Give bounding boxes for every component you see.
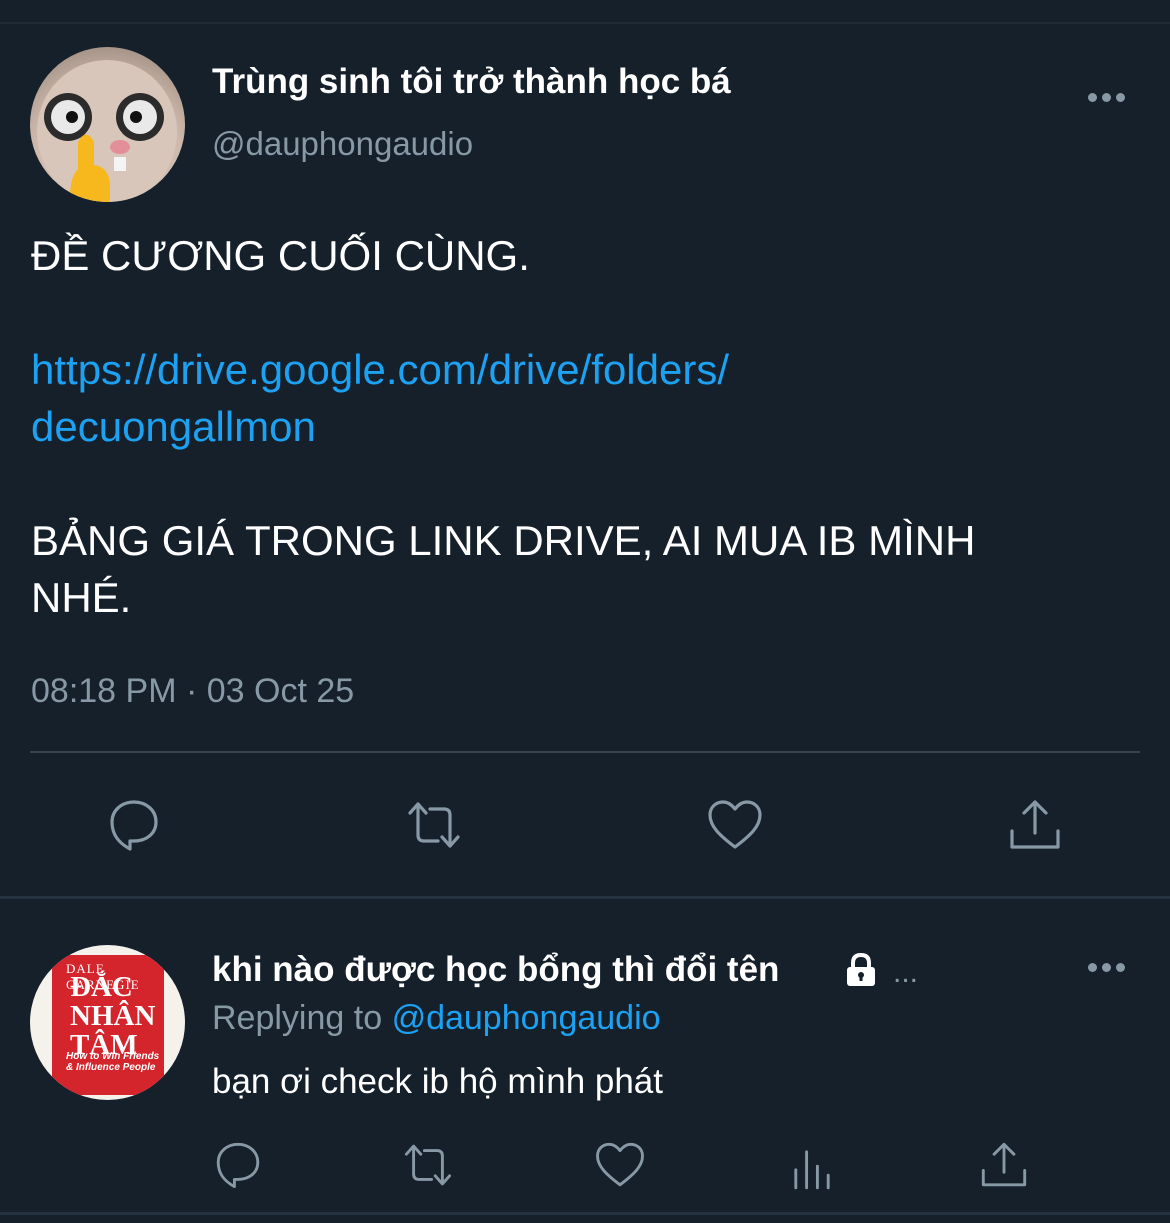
author-avatar[interactable]: [30, 47, 185, 202]
replying-to-label: Replying to @dauphongaudio: [212, 999, 661, 1038]
reply-icon[interactable]: [208, 1135, 268, 1195]
tweet-link-continued[interactable]: decuongallmon: [31, 403, 316, 451]
like-icon[interactable]: [705, 795, 765, 855]
replying-to-mention[interactable]: @dauphongaudio: [392, 999, 661, 1037]
like-icon[interactable]: [590, 1135, 650, 1195]
lock-icon: [843, 952, 879, 988]
more-options-icon[interactable]: [1088, 93, 1128, 105]
author-display-name[interactable]: Trùng sinh tôi trở thành học bá: [212, 62, 731, 102]
reply-author-avatar[interactable]: DALE CARNEGIE ĐẮC NHÂN TÂM How to Win Fr…: [30, 945, 185, 1100]
reply-text: bạn ơi check ib hộ mình phát: [212, 1062, 664, 1101]
analytics-icon[interactable]: [782, 1138, 842, 1198]
author-handle[interactable]: @dauphongaudio: [212, 125, 473, 163]
top-divider: [0, 0, 1170, 24]
tweet-timestamp[interactable]: 08:18 PM · 03 Oct 25: [31, 672, 354, 711]
book-cover-image: DALE CARNEGIE ĐẮC NHÂN TÂM How to Win Fr…: [52, 955, 164, 1095]
tweet-link[interactable]: https://drive.google.com/drive/folders/: [31, 346, 729, 394]
retweet-icon[interactable]: [398, 1135, 458, 1195]
divider: [30, 751, 1140, 753]
tweet-separator: [0, 896, 1170, 899]
reply-icon[interactable]: [104, 795, 164, 855]
tweet-text-line: ĐỀ CƯƠNG CUỐI CÙNG.: [31, 232, 530, 279]
replying-to-prefix: Replying to: [212, 999, 383, 1037]
reply-author-display-name[interactable]: khi nào được học bổng thì đổi tên: [212, 950, 779, 990]
book-subtitle: How to Win Friends & Influence People: [66, 1051, 160, 1073]
bottom-divider: [0, 1212, 1170, 1215]
name-truncation-ellipsis: ...: [893, 956, 919, 989]
tweet-text-line: NHÉ.: [31, 574, 132, 621]
retweet-icon[interactable]: [404, 795, 464, 855]
share-icon[interactable]: [974, 1135, 1034, 1195]
book-title: ĐẮC NHÂN TÂM: [70, 971, 156, 1061]
tweet-text-line: BẢNG GIÁ TRONG LINK DRIVE, AI MUA IB MÌN…: [31, 517, 976, 564]
reply-more-options-icon[interactable]: [1088, 963, 1128, 975]
share-icon[interactable]: [1005, 795, 1065, 855]
